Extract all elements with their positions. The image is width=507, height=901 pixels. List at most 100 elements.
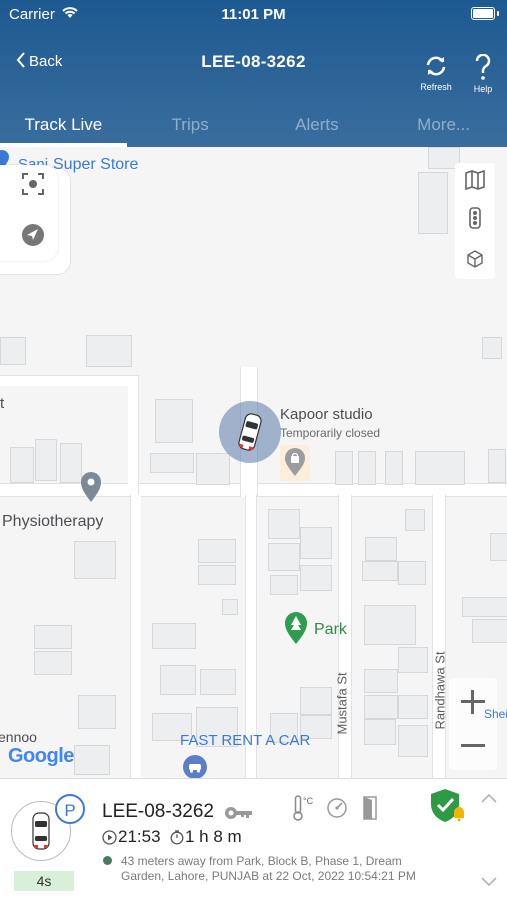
location-controls bbox=[0, 165, 58, 261]
map-type-icon[interactable] bbox=[464, 170, 486, 190]
building bbox=[490, 533, 507, 561]
battery-icon bbox=[471, 7, 495, 20]
building bbox=[74, 745, 110, 775]
vehicle-location: 43 meters away from Park, Block B, Phase… bbox=[121, 854, 416, 883]
timer-icon bbox=[170, 830, 184, 845]
ignition-key-icon bbox=[225, 807, 252, 819]
poi-label-fast-rent[interactable]: FAST RENT A CAR bbox=[180, 732, 310, 749]
road bbox=[0, 375, 138, 386]
google-logo: Google bbox=[8, 745, 74, 767]
building bbox=[152, 623, 196, 649]
parked-letter: P bbox=[64, 801, 76, 820]
traffic-light-icon[interactable] bbox=[467, 207, 483, 229]
building bbox=[398, 561, 426, 585]
poi-label-park[interactable]: Park bbox=[314, 621, 347, 639]
building bbox=[60, 443, 82, 483]
building bbox=[74, 541, 116, 579]
building bbox=[398, 725, 428, 757]
tab-trips[interactable]: Trips bbox=[127, 100, 254, 147]
street-label-randhawa: Randhawa St bbox=[432, 651, 448, 730]
recenter-icon[interactable] bbox=[20, 171, 46, 197]
street-label-mustafa: Mustafa St bbox=[334, 672, 350, 735]
building bbox=[10, 447, 34, 483]
play-circle-icon bbox=[102, 830, 117, 845]
building bbox=[300, 687, 332, 715]
parked-badge: P bbox=[55, 794, 85, 824]
zoom-controls bbox=[449, 678, 497, 770]
vehicle-plate: LEE-08-3262 bbox=[102, 801, 214, 822]
car-icon bbox=[238, 413, 262, 451]
poi-label-kapoor-studio[interactable]: Kapoor studio bbox=[280, 406, 373, 423]
building bbox=[358, 451, 376, 485]
car-rental-pin-icon bbox=[183, 755, 207, 778]
speedometer-icon bbox=[327, 798, 347, 818]
vehicle-duration: 1 h 8 m bbox=[185, 827, 242, 846]
zoom-out-button[interactable] bbox=[461, 734, 485, 758]
building bbox=[160, 665, 196, 695]
building bbox=[472, 619, 507, 643]
building bbox=[200, 669, 236, 695]
vehicle-info-panel: P 4s LEE-08-3262 °C 21:53 1 h 8 m 43 met… bbox=[0, 778, 507, 901]
poi-label-ennoo: ennoo bbox=[0, 729, 37, 745]
my-location-icon[interactable] bbox=[21, 223, 45, 247]
building bbox=[364, 605, 416, 645]
building bbox=[86, 335, 132, 367]
map-view[interactable]: Sani Super Store hts t Kapoor studio Tem… bbox=[0, 147, 507, 778]
shield-check-icon[interactable] bbox=[428, 787, 466, 825]
building bbox=[196, 453, 230, 485]
park-pin-icon bbox=[285, 612, 307, 644]
vehicle-time: 21:53 bbox=[118, 827, 161, 846]
poi-label-sheik: Sheik bbox=[484, 707, 507, 721]
building bbox=[198, 539, 236, 563]
status-bar: Carrier 11:01 PM bbox=[0, 0, 507, 30]
building bbox=[335, 451, 353, 485]
tab-alerts[interactable]: Alerts bbox=[254, 100, 381, 147]
clock: 11:01 PM bbox=[221, 6, 286, 23]
map-tools bbox=[455, 163, 495, 279]
building bbox=[0, 337, 26, 365]
road bbox=[128, 375, 139, 495]
tab-more[interactable]: More... bbox=[380, 100, 507, 147]
building bbox=[300, 565, 332, 591]
nav-bar: Back LEE-08-3262 Refresh Help bbox=[0, 40, 507, 95]
3d-view-icon[interactable] bbox=[464, 247, 486, 271]
building bbox=[365, 537, 397, 561]
tab-track-live[interactable]: Track Live bbox=[0, 100, 127, 147]
help-icon bbox=[475, 54, 491, 80]
shopping-bag-pin-icon bbox=[285, 448, 305, 476]
vehicle-marker[interactable] bbox=[219, 401, 281, 463]
building bbox=[268, 509, 300, 539]
building bbox=[150, 453, 194, 473]
building bbox=[270, 575, 298, 595]
help-button[interactable]: Help bbox=[463, 54, 503, 94]
building bbox=[398, 695, 428, 719]
car-icon bbox=[32, 812, 50, 850]
chevron-up-icon[interactable] bbox=[481, 793, 497, 803]
building bbox=[364, 695, 398, 719]
app-header: Carrier 11:01 PM Back LEE-08-3262 Refres… bbox=[0, 0, 507, 147]
status-dot bbox=[103, 856, 112, 865]
refresh-label: Refresh bbox=[420, 82, 452, 92]
chevron-down-icon[interactable] bbox=[481, 877, 497, 887]
building bbox=[362, 561, 398, 581]
zoom-in-button[interactable] bbox=[461, 690, 485, 714]
temp-unit: °C bbox=[303, 796, 314, 806]
building bbox=[34, 651, 72, 675]
poi-label-super-store[interactable]: Super Store bbox=[53, 156, 138, 174]
refresh-icon bbox=[426, 56, 446, 76]
physiotherapy-pin-icon bbox=[81, 472, 101, 502]
building bbox=[198, 565, 236, 585]
update-age-badge: 4s bbox=[14, 871, 74, 891]
road bbox=[432, 495, 446, 778]
road bbox=[130, 495, 141, 778]
shop-pin[interactable] bbox=[280, 445, 310, 481]
poi-label-physiotherapy[interactable]: Physiotherapy bbox=[2, 513, 103, 531]
building bbox=[398, 647, 428, 673]
building bbox=[405, 509, 425, 531]
building bbox=[462, 597, 507, 617]
building bbox=[300, 527, 332, 559]
tab-bar: Track Live Trips Alerts More... bbox=[0, 100, 507, 147]
refresh-button[interactable]: Refresh bbox=[416, 54, 456, 92]
poi-label-t: t bbox=[0, 395, 5, 412]
building bbox=[385, 451, 403, 485]
